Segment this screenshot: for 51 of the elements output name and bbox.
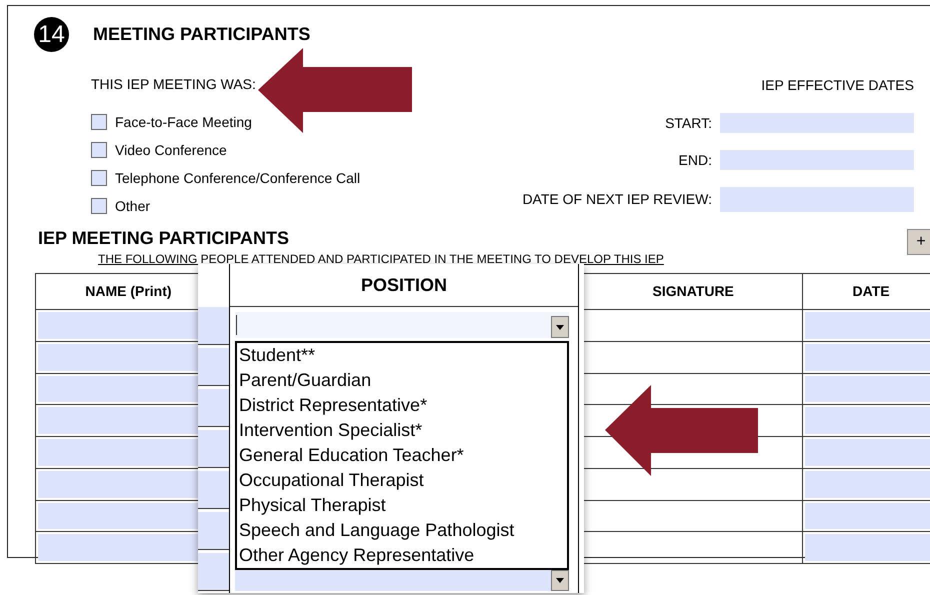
table-field[interactable] — [198, 307, 229, 345]
dropdown-button[interactable] — [551, 570, 569, 591]
table-field[interactable] — [198, 471, 229, 509]
table-field[interactable] — [805, 470, 930, 498]
add-row-button[interactable]: + — [907, 229, 930, 255]
table-field[interactable] — [805, 534, 930, 561]
dropdown-option[interactable]: District Representative* — [239, 393, 565, 418]
table-field[interactable] — [805, 407, 930, 434]
checkbox[interactable] — [91, 198, 107, 214]
dropdown-option[interactable]: Speech and Language Pathologist — [239, 518, 565, 543]
date-field[interactable] — [720, 113, 914, 133]
section-number: 14 — [34, 17, 69, 52]
caret-icon — [556, 578, 564, 583]
field-label: DATE OF NEXT IEP REVIEW: — [522, 190, 712, 209]
column-header: SIGNATURE — [652, 283, 734, 299]
table-field[interactable] — [805, 376, 930, 402]
caret-icon — [556, 324, 564, 330]
table-field[interactable] — [805, 312, 930, 339]
checkbox[interactable] — [91, 142, 107, 158]
dropdown-option[interactable]: Other Agency Representative — [239, 543, 565, 568]
table-field[interactable] — [805, 344, 930, 370]
column-header: DATE — [852, 283, 890, 299]
table-field[interactable] — [805, 502, 930, 530]
meeting-type-label: THIS IEP MEETING WAS: — [91, 75, 257, 94]
participants-subtitle: THE FOLLOWING PEOPLE ATTENDED AND PARTICIPATED IN THE MEETING TO DEVELOP THIS IEP — [98, 251, 665, 267]
checkbox-label: Video Conference — [115, 141, 227, 160]
participants-title: IEP MEETING PARTICIPANTS — [37, 227, 290, 249]
table-field[interactable] — [198, 553, 229, 591]
checkbox[interactable] — [91, 170, 107, 186]
section-title: MEETING PARTICIPANTS — [93, 23, 310, 46]
table-field[interactable] — [198, 348, 229, 386]
dropdown-option[interactable]: Parent/Guardian — [239, 368, 565, 393]
dropdown-option[interactable]: Intervention Specialist* — [239, 418, 565, 443]
table-field[interactable] — [198, 430, 229, 468]
checkbox[interactable] — [91, 114, 107, 130]
dates-title: IEP EFFECTIVE DATES — [760, 76, 914, 95]
checkbox-label: Telephone Conference/Conference Call — [115, 169, 360, 188]
checkbox-label: Face-to-Face Meeting — [115, 113, 252, 132]
checkbox-label: Other — [115, 197, 150, 216]
table-field[interactable] — [198, 512, 229, 550]
table-field[interactable] — [805, 439, 930, 466]
field-label: START: — [665, 114, 712, 133]
dropdown-option[interactable]: Physical Therapist — [239, 493, 565, 518]
column-header: POSITION — [230, 264, 578, 307]
table-field[interactable] — [198, 389, 229, 427]
date-field[interactable] — [720, 186, 914, 212]
date-field[interactable] — [720, 150, 914, 170]
column-header: NAME (Print) — [85, 283, 172, 299]
field-label: END: — [678, 151, 712, 170]
text-cursor — [236, 315, 237, 335]
dropdown-button[interactable] — [551, 316, 569, 338]
